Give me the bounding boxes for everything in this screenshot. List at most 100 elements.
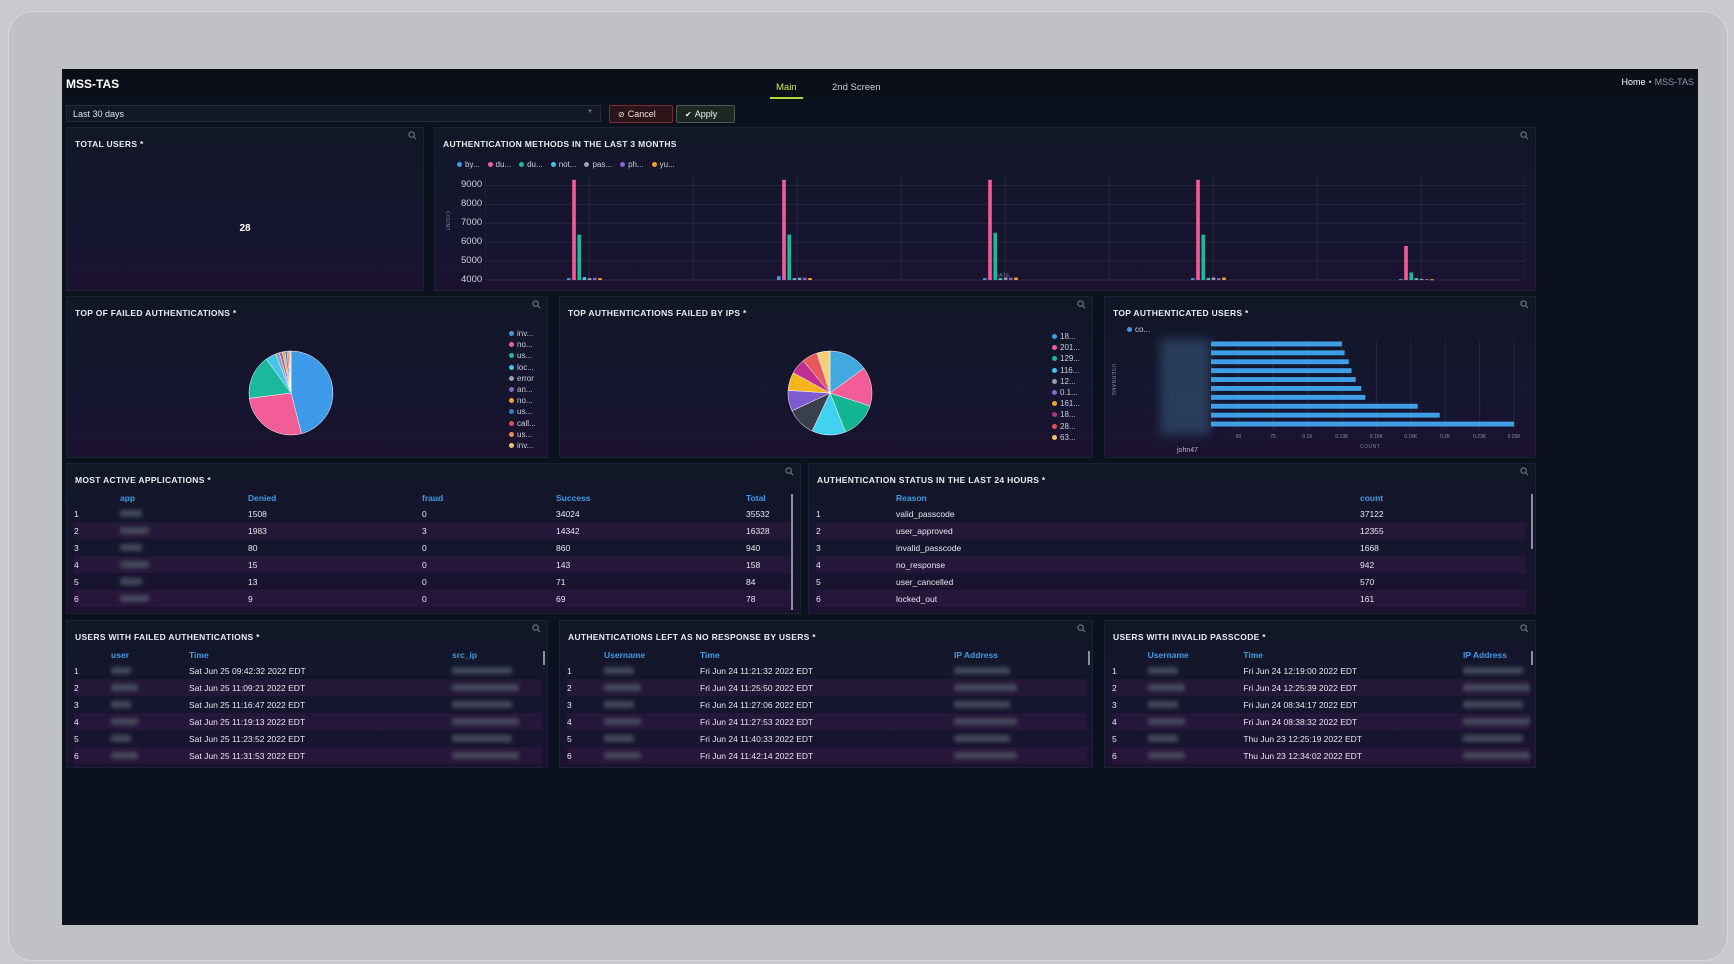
bar[interactable] — [1201, 234, 1205, 280]
column-header[interactable]: Time — [700, 648, 954, 662]
legend-item[interactable]: 18... — [1052, 410, 1080, 419]
bar[interactable] — [792, 278, 797, 280]
bar[interactable] — [787, 234, 791, 280]
bar[interactable] — [587, 278, 592, 280]
bar[interactable] — [593, 277, 597, 280]
column-header[interactable]: fraud — [422, 491, 556, 505]
bar[interactable] — [1211, 368, 1352, 374]
legend-item[interactable]: 28... — [1052, 422, 1080, 431]
table-row[interactable]: 4 Sat Jun 25 11:19:13 2022 EDT — [74, 713, 542, 730]
bar[interactable] — [1211, 412, 1440, 418]
search-icon[interactable] — [1520, 624, 1529, 633]
apply-button[interactable]: ✔ Apply — [676, 105, 735, 123]
table-row[interactable]: 4 Fri Jun 24 11:27:53 2022 EDT — [567, 713, 1087, 730]
column-header[interactable]: Total — [746, 491, 790, 505]
legend-item[interactable]: us... — [509, 430, 536, 439]
table-row[interactable]: 2 Sat Jun 25 11:09:21 2022 EDT — [74, 679, 542, 696]
column-header[interactable]: count — [1360, 491, 1526, 505]
bar[interactable] — [1430, 279, 1434, 281]
table-row[interactable]: 5 13 0 71 84 — [74, 573, 790, 590]
legend-item[interactable]: 63... — [1052, 433, 1080, 442]
bar[interactable] — [1211, 421, 1515, 427]
bar[interactable] — [1211, 377, 1356, 382]
scrollbar[interactable] — [543, 651, 545, 665]
bar[interactable] — [1409, 272, 1413, 280]
legend-item[interactable]: du... — [487, 160, 511, 169]
table-row[interactable]: 4 no_response 942 — [816, 556, 1526, 573]
breadcrumb-home[interactable]: Home — [1621, 77, 1645, 87]
table-row[interactable]: 6 Thu Jun 23 12:34:02 2022 EDT — [1112, 747, 1530, 764]
scrollbar[interactable] — [1531, 651, 1533, 665]
legend-item[interactable]: loc... — [509, 363, 536, 372]
legend-item[interactable]: us... — [509, 351, 536, 360]
table-row[interactable]: 1 Sat Jun 25 09:42:32 2022 EDT — [74, 662, 542, 679]
table-row[interactable]: 2 Fri Jun 24 12:25:39 2022 EDT — [1112, 679, 1530, 696]
table-row[interactable]: 6 Fri Jun 24 11:42:14 2022 EDT — [567, 747, 1087, 764]
column-header[interactable]: Time — [1243, 648, 1463, 662]
bar[interactable] — [983, 278, 987, 280]
search-icon[interactable] — [1520, 467, 1529, 476]
search-icon[interactable] — [532, 624, 541, 633]
legend-item[interactable]: 201... — [1052, 343, 1080, 352]
bar[interactable] — [572, 179, 576, 280]
bar[interactable] — [1419, 278, 1424, 280]
bar[interactable] — [582, 277, 587, 280]
column-header[interactable]: src_ip — [452, 648, 542, 662]
table-row[interactable]: 1 valid_passcode 37122 — [816, 505, 1526, 522]
cancel-button[interactable]: ⊘ Cancel — [609, 105, 673, 123]
table-row[interactable]: 2 user_approved 12355 — [816, 522, 1526, 539]
column-header[interactable]: IP Address — [954, 648, 1087, 662]
table-row[interactable]: 5 Thu Jun 23 12:25:19 2022 EDT — [1112, 730, 1530, 747]
table-row[interactable]: 2 Fri Jun 24 11:25:50 2022 EDT — [567, 679, 1087, 696]
bar[interactable] — [1399, 279, 1403, 281]
table-row[interactable]: 4 Fri Jun 24 08:38:32 2022 EDT — [1112, 713, 1530, 730]
column-header[interactable]: Username — [1148, 648, 1244, 662]
bar[interactable] — [1196, 179, 1200, 280]
legend-item[interactable]: us... — [509, 407, 536, 416]
bar[interactable] — [567, 278, 571, 280]
column-header[interactable]: Success — [556, 491, 746, 505]
legend-item[interactable]: an... — [509, 385, 536, 394]
bar[interactable] — [993, 232, 997, 280]
scrollbar[interactable] — [1531, 494, 1533, 549]
table-row[interactable]: 4 15 0 143 158 — [74, 556, 790, 573]
table-row[interactable]: 3 invalid_passcode 1668 — [816, 539, 1526, 556]
legend-item[interactable]: by... — [457, 160, 480, 169]
legend-item[interactable]: inv... — [509, 441, 536, 450]
table-row[interactable]: 6 locked_out 161 — [816, 590, 1526, 607]
bar[interactable] — [1211, 394, 1366, 400]
bar[interactable] — [577, 234, 581, 280]
table-row[interactable]: 5 Fri Jun 24 11:40:33 2022 EDT — [567, 730, 1087, 747]
search-icon[interactable] — [1520, 300, 1529, 309]
column-header[interactable]: app — [120, 491, 248, 505]
bar[interactable] — [1211, 359, 1349, 365]
search-icon[interactable] — [1520, 131, 1529, 140]
legend-item[interactable]: yu... — [651, 160, 675, 169]
legend-item[interactable]: 129... — [1052, 354, 1080, 363]
scrollbar[interactable] — [791, 494, 793, 610]
legend-item[interactable]: 116... — [1052, 366, 1080, 375]
search-icon[interactable] — [785, 467, 794, 476]
search-icon[interactable] — [1077, 624, 1086, 633]
legend-item[interactable]: 18... — [1052, 332, 1080, 341]
bar[interactable] — [598, 278, 602, 280]
table-row[interactable]: 1 1508 0 34024 35532 — [74, 505, 790, 522]
search-icon[interactable] — [408, 131, 417, 140]
search-icon[interactable] — [1077, 300, 1086, 309]
bar[interactable] — [1404, 245, 1408, 280]
bar[interactable] — [797, 277, 802, 280]
legend-item[interactable]: no... — [509, 340, 536, 349]
bar[interactable] — [1211, 386, 1362, 391]
bar[interactable] — [1414, 278, 1419, 280]
time-range-select[interactable]: Last 30 days ▼ — [66, 105, 601, 122]
bar[interactable] — [1014, 277, 1018, 280]
bar[interactable] — [1211, 350, 1345, 356]
table-row[interactable]: 3 80 0 860 940 — [74, 539, 790, 556]
bar[interactable] — [1217, 278, 1221, 280]
table-row[interactable]: 1 Fri Jun 24 12:19:00 2022 EDT — [1112, 662, 1530, 679]
legend-item[interactable]: du... — [519, 160, 543, 169]
legend-item[interactable]: 0.1... — [1052, 388, 1080, 397]
legend-item[interactable]: error — [509, 374, 536, 383]
bar[interactable] — [1222, 277, 1226, 280]
bar[interactable] — [777, 276, 781, 280]
